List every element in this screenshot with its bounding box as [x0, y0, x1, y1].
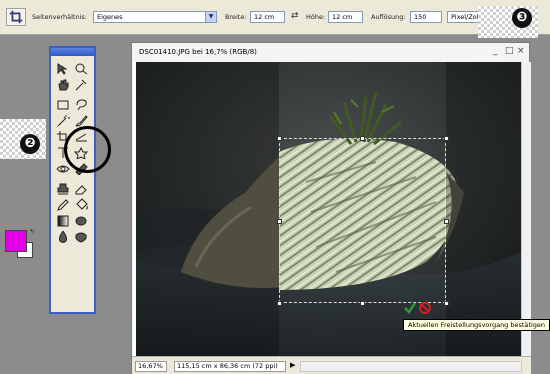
tool-paint-bucket[interactable]: [74, 198, 89, 211]
crop-tool-options-button[interactable]: [6, 8, 26, 26]
crop-handle-t[interactable]: [360, 136, 365, 141]
tool-zoom[interactable]: [74, 62, 89, 75]
aspect-ratio-select[interactable]: Eigenes ▼: [93, 11, 217, 23]
vertical-scrollbar[interactable]: [521, 62, 531, 356]
lasso-icon: [76, 99, 87, 111]
minimize-icon[interactable]: _: [493, 46, 498, 56]
commit-crop-icon[interactable]: [404, 302, 416, 314]
width-label: Breite:: [225, 13, 247, 21]
tool-blur[interactable]: [56, 230, 71, 243]
crop-handle-br[interactable]: [444, 301, 449, 306]
crop-selection[interactable]: [279, 138, 446, 303]
height-input[interactable]: 12 cm: [328, 11, 363, 23]
marquee-icon: [57, 100, 69, 110]
clone-stamp-icon: [57, 183, 69, 195]
document-title: DSC01410.JPG bei 16,7% (RGB/8): [139, 48, 257, 56]
resolution-unit-value: Pixel/Zoll: [451, 13, 481, 21]
horizontal-scrollbar[interactable]: [300, 361, 522, 372]
paint-bucket-icon: [76, 198, 88, 210]
zoom-field[interactable]: 16,67%: [135, 361, 167, 372]
zoom-icon: [75, 63, 88, 75]
crop-icon: [9, 10, 23, 24]
image-canvas[interactable]: [136, 62, 521, 356]
callout-3: ❸: [512, 8, 532, 28]
swap-colors-icon[interactable]: ↰: [29, 228, 35, 236]
shape-icon: [75, 216, 87, 226]
resolution-label: Auflösung:: [371, 13, 406, 21]
tool-eraser[interactable]: [74, 182, 89, 195]
play-arrow-icon[interactable]: ▶: [290, 361, 295, 369]
gradient-icon: [57, 215, 69, 227]
eyedropper-icon: [75, 79, 87, 91]
sponge-icon: [75, 232, 87, 243]
tool-sponge[interactable]: [74, 230, 89, 243]
maximize-icon[interactable]: □: [505, 46, 514, 56]
swap-dimensions-icon[interactable]: ⇄: [291, 11, 299, 21]
tool-marquee[interactable]: [56, 98, 71, 111]
options-bar: Seitenverhältnis: Eigenes ▼ Breite: 12 c…: [0, 0, 550, 35]
crop-handle-l[interactable]: [277, 219, 282, 224]
crop-handle-bl[interactable]: [277, 301, 282, 306]
tool-hand[interactable]: [56, 78, 71, 91]
tool-magic-wand[interactable]: [56, 114, 71, 127]
crop-handle-r[interactable]: [444, 219, 449, 224]
document-titlebar[interactable]: DSC01410.JPG bei 16,7% (RGB/8) _ □ ×: [132, 43, 529, 62]
toolbox-titlebar[interactable]: [51, 48, 94, 56]
aspect-ratio-label: Seitenverhältnis:: [32, 13, 87, 21]
resolution-input[interactable]: 150: [410, 11, 442, 23]
aspect-ratio-value: Eigenes: [97, 13, 123, 21]
document-info: 115,15 cm x 86,36 cm (72 ppi): [174, 361, 286, 372]
width-input[interactable]: 12 cm: [250, 11, 285, 23]
cancel-crop-icon[interactable]: [419, 302, 431, 314]
chevron-down-icon[interactable]: ▼: [205, 12, 216, 22]
crop-handle-b[interactable]: [360, 301, 365, 306]
commit-tooltip: Aktuellen Freistellungsvorgang bestätige…: [403, 319, 550, 331]
tool-move[interactable]: [56, 62, 71, 75]
blur-icon: [58, 230, 68, 243]
tool-lasso[interactable]: [74, 98, 89, 111]
tool-clone-stamp[interactable]: [56, 182, 71, 195]
tool-gradient[interactable]: [56, 214, 71, 227]
pencil-icon: [57, 199, 69, 211]
foreground-color-swatch[interactable]: [5, 230, 27, 252]
crop-handle-tl[interactable]: [277, 136, 282, 141]
magic-wand-icon: [57, 115, 70, 127]
close-icon[interactable]: ×: [517, 46, 525, 56]
tool-shape[interactable]: [74, 214, 89, 227]
crop-tool-highlight-circle: [64, 126, 111, 173]
hand-icon: [58, 79, 69, 91]
tool-eyedropper[interactable]: [74, 78, 89, 91]
status-bar: 16,67% 115,15 cm x 86,36 cm (72 ppi) ▶: [132, 356, 531, 374]
eraser-icon: [75, 185, 87, 195]
move-icon: [57, 63, 68, 75]
callout-2: ❷: [20, 134, 40, 154]
tool-pencil[interactable]: [56, 198, 71, 211]
height-label: Höhe:: [306, 13, 326, 21]
crop-handle-tr[interactable]: [444, 136, 449, 141]
